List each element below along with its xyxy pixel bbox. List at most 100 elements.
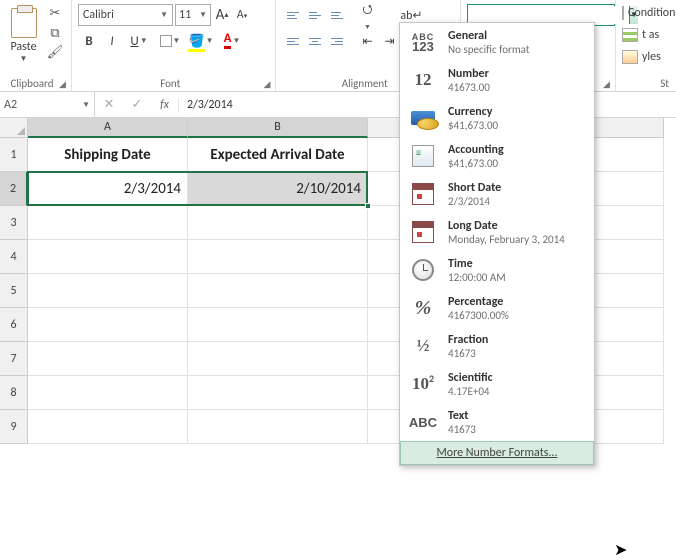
wrap-text-icon: ab↵ [400, 8, 422, 23]
format-option-time[interactable]: Time12:00:00 AM [400, 251, 594, 289]
italic-button[interactable]: I [101, 30, 123, 52]
underline-button[interactable]: U▼ [124, 30, 154, 52]
format-option-long-date[interactable]: Long DateMonday, February 3, 2014 [400, 213, 594, 251]
number-group: ▼ $▼ % , .0→ .00← ◢ GeneralNo specific f… [461, 0, 616, 91]
cell-a6[interactable] [28, 308, 188, 342]
time-icon [406, 256, 440, 284]
format-option-scientific[interactable]: 102 Scientific4.17E+04 [400, 365, 594, 403]
cell-b1[interactable]: Expected Arrival Date [188, 138, 368, 172]
decrease-indent-button[interactable]: ⇤ [356, 30, 378, 52]
cell-b4[interactable] [188, 240, 368, 274]
format-option-short-date[interactable]: Short Date2/3/2014 [400, 175, 594, 213]
chevron-down-icon: ▼ [160, 10, 168, 20]
cell-b7[interactable] [188, 342, 368, 376]
font-color-button[interactable]: A▼ [217, 30, 247, 52]
cell-a1[interactable]: Shipping Date [28, 138, 188, 172]
cell-a4[interactable] [28, 240, 188, 274]
row-header-6[interactable]: 6 [0, 308, 28, 342]
name-box[interactable]: A2 ▼ [0, 92, 95, 117]
name-box-value: A2 [4, 98, 17, 112]
cell-a8[interactable] [28, 376, 188, 410]
row-header-8[interactable]: 8 [0, 376, 28, 410]
column-header-b[interactable]: B [188, 118, 368, 138]
cell-a3[interactable] [28, 206, 188, 240]
chevron-down-icon: ▼ [20, 54, 28, 64]
format-option-accounting[interactable]: Accounting$41,673.00 [400, 137, 594, 175]
general-icon [406, 28, 440, 56]
row-header-5[interactable]: 5 [0, 274, 28, 308]
paste-button[interactable]: Paste ▼ [4, 2, 43, 64]
cell-styles-button[interactable]: yles [622, 46, 672, 68]
font-size-combo[interactable]: 11 ▼ [175, 4, 211, 26]
copy-button[interactable]: ⧉ [45, 25, 65, 42]
align-top-button[interactable] [282, 4, 304, 26]
align-middle-button[interactable] [304, 4, 326, 26]
format-option-percentage[interactable]: % Percentage4167300.00% [400, 289, 594, 327]
cell-a5[interactable] [28, 274, 188, 308]
bold-button[interactable]: B [78, 30, 100, 52]
fill-color-button[interactable]: 🪣▼ [186, 30, 216, 52]
conditional-formatting-button[interactable]: Condition [622, 2, 672, 24]
currency-icon [406, 104, 440, 132]
orientation-button[interactable]: ⭯▼ [356, 4, 378, 26]
cell-b9[interactable] [188, 410, 368, 444]
cell-b2[interactable]: 2/10/2014 [188, 172, 368, 206]
text-icon: ABC [406, 408, 440, 436]
ribbon: Paste ▼ ✂ ⧉ 🖌 Clipboard ◢ Calibri ▼ 11 ▼… [0, 0, 676, 92]
font-name-value: Calibri [83, 8, 114, 22]
font-name-combo[interactable]: Calibri ▼ [78, 4, 173, 26]
border-icon [160, 35, 172, 47]
align-bottom-button[interactable] [326, 4, 348, 26]
format-option-fraction[interactable]: ½ Fraction41673 [400, 327, 594, 365]
insert-function-button[interactable]: fx [151, 98, 179, 112]
more-number-formats-button[interactable]: More Number Formats... [400, 441, 594, 465]
row-header-1[interactable]: 1 [0, 138, 28, 172]
format-as-table-button[interactable]: t as [622, 24, 672, 46]
cut-button[interactable]: ✂ [45, 5, 65, 22]
clipboard-dialog-launcher[interactable]: ◢ [59, 79, 69, 89]
column-header-a[interactable]: A [28, 118, 188, 138]
row-header-4[interactable]: 4 [0, 240, 28, 274]
row-header-3[interactable]: 3 [0, 206, 28, 240]
cell-b6[interactable] [188, 308, 368, 342]
align-center-button[interactable] [304, 30, 326, 52]
align-right-button[interactable] [326, 30, 348, 52]
row-header-2[interactable]: 2 [0, 172, 28, 206]
format-option-number[interactable]: 12 Number41673.00 [400, 61, 594, 99]
styles-group: Condition t as yles St [616, 0, 676, 91]
font-dialog-launcher[interactable]: ◢ [263, 79, 273, 89]
enter-button[interactable]: ✓ [123, 97, 151, 112]
decrease-font-size-button[interactable]: A▾ [233, 4, 251, 26]
clipboard-group-label: Clipboard [0, 77, 64, 90]
row-header-7[interactable]: 7 [0, 342, 28, 376]
chevron-down-icon: ▼ [199, 10, 207, 20]
select-all-button[interactable] [0, 118, 28, 138]
number-dialog-launcher[interactable]: ◢ [603, 79, 613, 89]
format-option-general[interactable]: GeneralNo specific format [400, 23, 594, 61]
cell-b3[interactable] [188, 206, 368, 240]
align-left-button[interactable] [282, 30, 304, 52]
chevron-down-icon: ▼ [82, 100, 90, 110]
font-size-value: 11 [179, 8, 191, 22]
increase-font-size-button[interactable]: A▴ [213, 4, 231, 26]
cell-a2[interactable]: 2/3/2014 [28, 172, 188, 206]
long-date-icon [406, 218, 440, 246]
format-painter-button[interactable]: 🖌 [45, 44, 65, 61]
percentage-icon: % [406, 294, 440, 322]
cell-b8[interactable] [188, 376, 368, 410]
cell-a7[interactable] [28, 342, 188, 376]
clipboard-group: Paste ▼ ✂ ⧉ 🖌 Clipboard ◢ [0, 0, 72, 91]
increase-indent-button[interactable]: ⇥ [378, 30, 400, 52]
number-icon: 12 [406, 66, 440, 94]
cell-a9[interactable] [28, 410, 188, 444]
borders-button[interactable]: ▼ [155, 30, 185, 52]
format-option-text[interactable]: ABC Text41673 [400, 403, 594, 441]
row-header-9[interactable]: 9 [0, 410, 28, 444]
cancel-button[interactable]: ✕ [95, 97, 123, 112]
cell-b5[interactable] [188, 274, 368, 308]
fraction-icon: ½ [406, 332, 440, 360]
formula-value: 2/3/2014 [187, 98, 233, 112]
font-group: Calibri ▼ 11 ▼ A▴ A▾ B I U▼ ▼ 🪣▼ A▼ Font… [72, 0, 276, 91]
format-option-currency[interactable]: Currency$41,673.00 [400, 99, 594, 137]
number-format-dropdown: GeneralNo specific format 12 Number41673… [399, 22, 595, 466]
